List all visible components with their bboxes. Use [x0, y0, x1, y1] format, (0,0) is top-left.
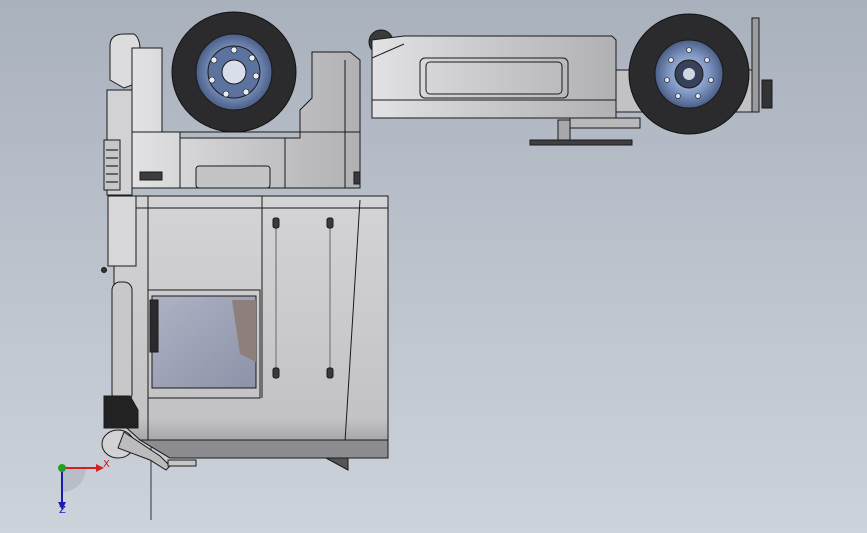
triad-z-label: Z: [59, 505, 66, 516]
triad-x-label: X: [103, 459, 110, 470]
wheel-rear-upper: [628, 13, 750, 135]
coordinate-triad: X Z: [40, 450, 120, 520]
model-view[interactable]: [0, 0, 867, 533]
graphics-viewport[interactable]: X Z: [0, 0, 867, 533]
wheel-front-upper: [171, 11, 297, 133]
cab-body: [101, 195, 389, 471]
